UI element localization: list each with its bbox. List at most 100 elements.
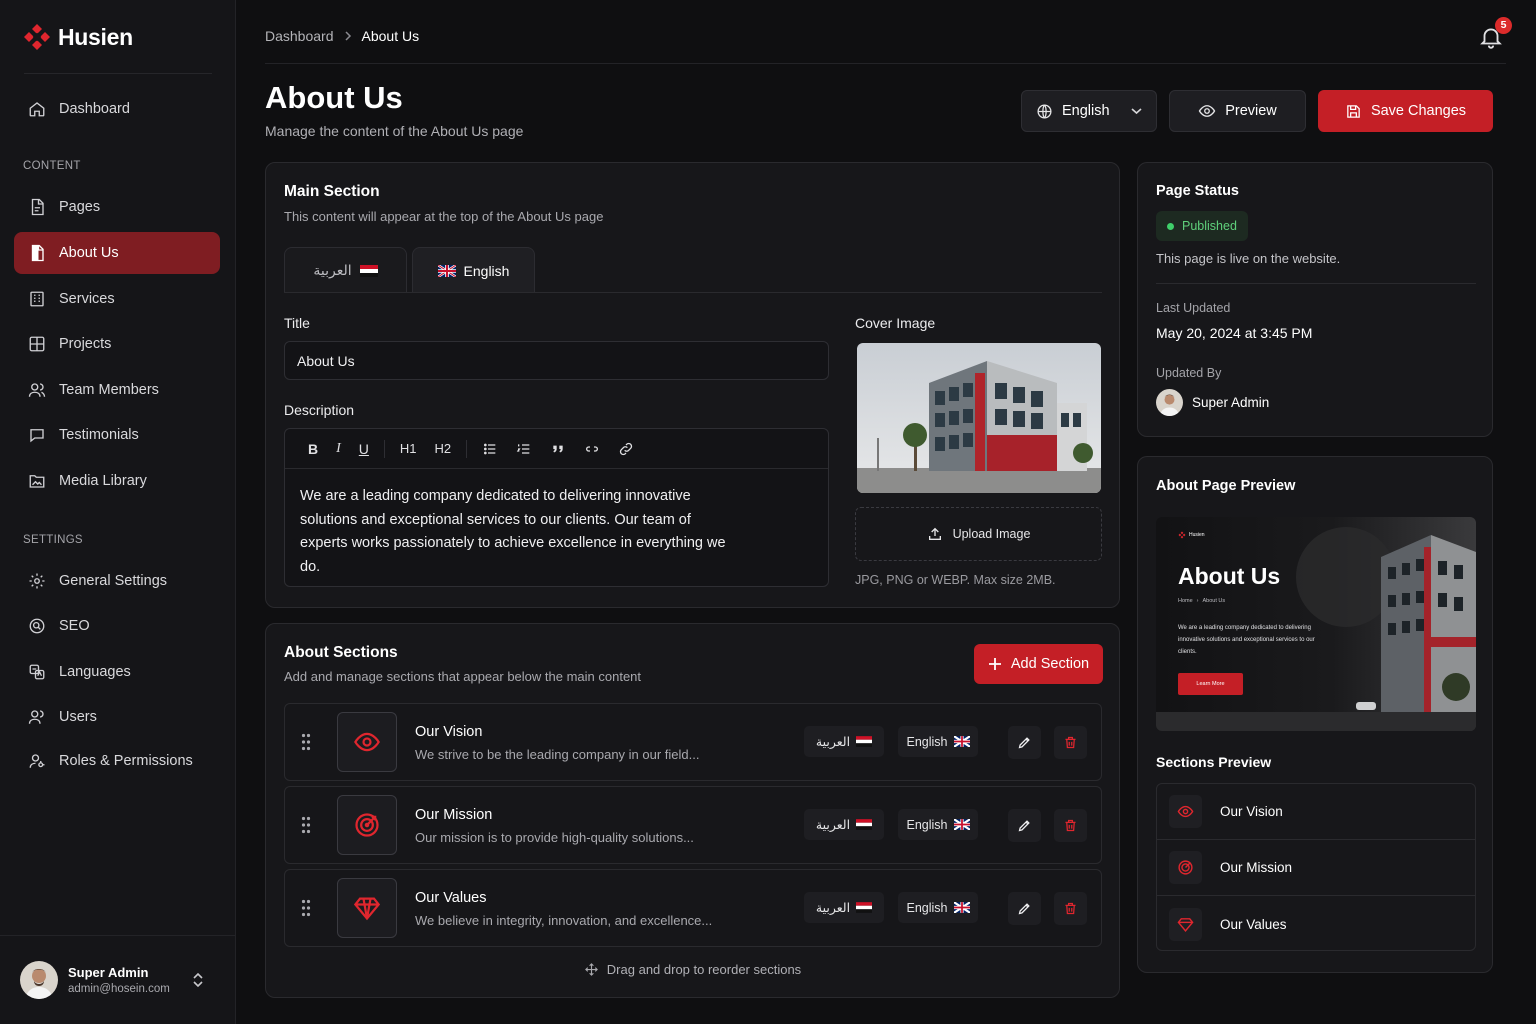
english-translation-chip[interactable]: English [898, 809, 978, 840]
sidebar-item-seo[interactable]: SEO [14, 605, 220, 647]
edit-section-button[interactable] [1008, 726, 1041, 759]
list-item-label: Our Mission [1220, 860, 1293, 875]
heading1-button[interactable]: H1 [391, 441, 426, 456]
about-sections-subtitle: Add and manage sections that appear belo… [284, 669, 642, 684]
sidebar-item-about-us[interactable]: About Us [14, 232, 220, 274]
heading2-button[interactable]: H2 [426, 441, 461, 456]
section-icon-box [337, 795, 397, 855]
drag-handle-icon[interactable] [301, 899, 311, 917]
chip-label: العربية [815, 818, 851, 832]
mini-text: We are a leading company dedicated to de… [1178, 625, 1315, 655]
sidebar-item-pages[interactable]: Pages [14, 186, 220, 228]
save-changes-button[interactable]: Save Changes [1318, 90, 1493, 132]
sidebar-item-label: Services [59, 291, 115, 307]
list-item-label: Our Vision [1220, 804, 1283, 819]
section-row[interactable]: Our Vision We strive to be the leading c… [284, 703, 1102, 781]
sidebar-item-team-members[interactable]: Team Members [14, 369, 220, 411]
italic-button[interactable]: I [327, 441, 350, 457]
breadcrumb-dashboard[interactable]: Dashboard [265, 28, 334, 44]
notifications-button[interactable]: 5 [1478, 17, 1512, 52]
mini-crumb-separator: › [1196, 598, 1199, 604]
cover-image-label: Cover Image [855, 315, 936, 331]
bullet-list-button[interactable] [473, 441, 507, 457]
rich-text-editor[interactable]: B I U H1 H2 We are a leading company ded… [284, 428, 829, 587]
sidebar-item-label: Roles & Permissions [59, 753, 193, 769]
trash-icon [1065, 819, 1076, 832]
sidebar-item-dashboard[interactable]: Dashboard [14, 88, 220, 130]
breadcrumb: Dashboard About Us [265, 28, 419, 44]
status-badge: Published [1156, 211, 1248, 241]
plus-icon [988, 658, 1001, 670]
sidebar-item-projects[interactable]: Projects [14, 323, 220, 365]
numbered-list-button[interactable] [507, 441, 541, 457]
brand-name: Husien [58, 23, 133, 50]
sidebar-item-users[interactable]: Users [14, 696, 220, 738]
section-row[interactable]: Our Values We believe in integrity, inno… [284, 869, 1102, 947]
users-icon [28, 383, 46, 397]
page-preview-thumbnail[interactable]: Husien About Us Home › About Us We are a l… [1156, 517, 1476, 731]
egypt-flag-icon [856, 736, 873, 747]
sidebar-item-label: About Us [59, 245, 119, 261]
uk-flag-icon [953, 819, 970, 830]
chevron-up-down-icon[interactable] [191, 971, 205, 989]
preview-button[interactable]: Preview [1169, 90, 1306, 132]
list-item[interactable]: Our Vision [1157, 784, 1475, 840]
about-sections-title: About Sections [284, 644, 398, 661]
link-off-icon [586, 445, 599, 452]
sidebar-item-languages[interactable]: Languages [14, 651, 220, 693]
edit-section-button[interactable] [1008, 892, 1041, 925]
pencil-icon [1018, 737, 1030, 749]
mini-brand-name: Husien [1189, 532, 1205, 538]
upload-image-button[interactable]: Upload Image [855, 507, 1102, 561]
arabic-translation-chip[interactable]: العربية [804, 809, 884, 840]
sidebar-section-content: CONTENT [23, 160, 81, 172]
drag-handle-icon[interactable] [301, 733, 311, 751]
tab-arabic[interactable]: العربية [284, 247, 407, 293]
description-text[interactable]: We are a leading company dedicated to de… [285, 469, 755, 595]
title-input[interactable]: About Us [284, 341, 829, 380]
edit-section-button[interactable] [1008, 809, 1041, 842]
sidebar-item-testimonials[interactable]: Testimonials [14, 414, 220, 456]
arabic-translation-chip[interactable]: العربية [804, 892, 884, 923]
sidebar-item-services[interactable]: Services [14, 278, 220, 320]
logo-icon [24, 24, 50, 50]
sidebar-item-label: Projects [59, 336, 112, 352]
english-translation-chip[interactable]: English [898, 726, 978, 757]
english-translation-chip[interactable]: English [898, 892, 978, 923]
eye-icon [1177, 805, 1194, 818]
current-user[interactable]: Super Admin admin@hosein.com [0, 935, 235, 1024]
sidebar-item-media-library[interactable]: Media Library [14, 460, 220, 502]
home-icon [29, 102, 45, 117]
code-button[interactable] [575, 441, 609, 457]
bold-button[interactable]: B [299, 441, 327, 457]
list-item[interactable]: Our Values [1157, 896, 1475, 952]
upload-icon [928, 527, 941, 540]
add-section-label: Add Section [1010, 656, 1090, 672]
quote-button[interactable] [541, 441, 575, 457]
sidebar-item-general-settings[interactable]: General Settings [14, 560, 220, 602]
arabic-translation-chip[interactable]: العربية [804, 726, 884, 757]
section-row[interactable]: Our Mission Our mission is to provide hi… [284, 786, 1102, 864]
tab-english[interactable]: English [412, 247, 535, 293]
list-item[interactable]: Our Mission [1157, 840, 1475, 896]
last-updated-label: Last Updated [1156, 301, 1231, 315]
updated-by-label: Updated By [1156, 366, 1222, 380]
brand-logo[interactable]: Husien [22, 22, 133, 52]
delete-section-button[interactable] [1054, 892, 1087, 925]
delete-section-button[interactable] [1054, 809, 1087, 842]
chip-label: English [906, 817, 948, 832]
quote-icon [553, 445, 563, 452]
underline-button[interactable]: U [350, 441, 378, 457]
add-section-button[interactable]: Add Section [974, 644, 1103, 684]
pencil-icon [1018, 820, 1030, 832]
language-select[interactable]: English [1021, 90, 1157, 132]
sidebar-item-roles-permissions[interactable]: Roles & Permissions [14, 740, 220, 782]
main-section-title: Main Section [284, 183, 380, 200]
reorder-hint-text: Drag and drop to reorder sections [606, 962, 802, 977]
delete-section-button[interactable] [1054, 726, 1087, 759]
drag-handle-icon[interactable] [301, 816, 311, 834]
sidebar-item-label: Users [59, 709, 97, 725]
cover-image[interactable] [857, 343, 1101, 493]
link-button[interactable] [609, 441, 643, 457]
upload-hint: JPG, PNG or WEBP. Max size 2MB. [855, 573, 1056, 587]
